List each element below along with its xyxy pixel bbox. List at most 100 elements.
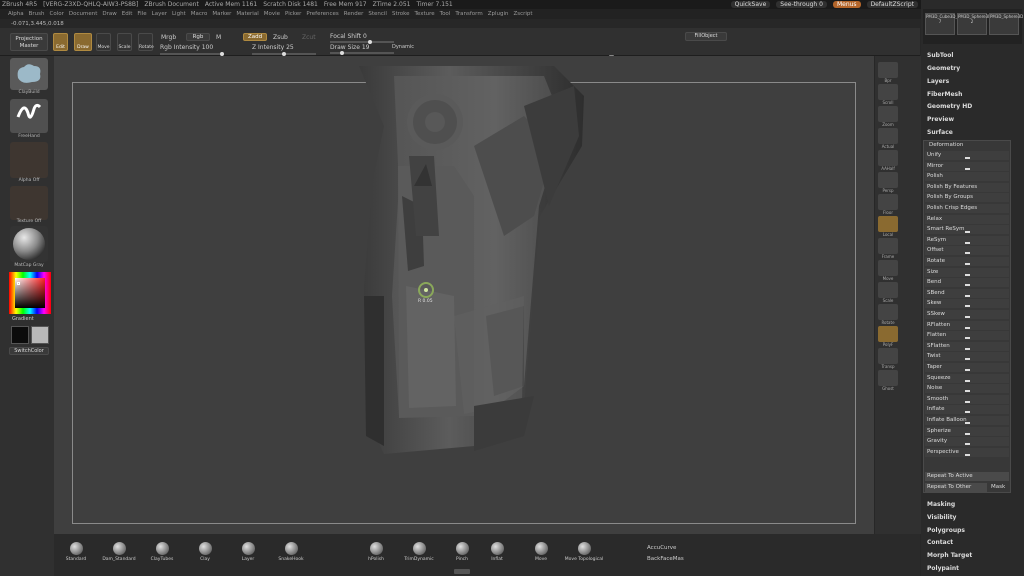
zcut-toggle[interactable]: Zcut (302, 34, 316, 41)
deform-slider-knob[interactable] (965, 390, 970, 393)
deform-spherize[interactable]: Spherize (925, 426, 1009, 436)
rgb-toggle[interactable]: Rgb (186, 33, 210, 41)
menu-masking[interactable]: Masking (927, 501, 955, 508)
shelf-floor-button[interactable] (878, 194, 898, 210)
zsub-toggle[interactable]: Zsub (273, 34, 288, 41)
deform-slider-knob[interactable] (965, 358, 970, 361)
zadd-toggle[interactable]: Zadd (243, 33, 267, 41)
brush-inflat[interactable]: Inflat (487, 542, 507, 562)
z-intensity-label[interactable]: Z Intensity 25 (252, 44, 294, 51)
current-brush-button[interactable] (10, 58, 48, 90)
brush-snakehook[interactable]: SnakeHook (278, 542, 304, 562)
deform-slider-knob[interactable] (965, 369, 970, 371)
menu-zplugin[interactable]: Zplugin (488, 11, 509, 17)
m-toggle[interactable]: M (216, 34, 221, 41)
deform-slider-knob[interactable] (965, 326, 970, 329)
brush-claytubes[interactable]: ClayTubes (151, 542, 173, 562)
focal-shift-label[interactable]: Focal Shift 0 (330, 33, 367, 40)
deform-flatten[interactable]: Flatten (925, 331, 1009, 341)
menu-picker[interactable]: Picker (285, 11, 301, 17)
deform-sbend[interactable]: SBend (925, 288, 1009, 298)
deform-polish-crisp-edges[interactable]: Polish Crisp Edges (925, 204, 1009, 213)
draw-size-slider[interactable] (330, 51, 394, 55)
tool-thumb-3[interactable]: PM3D_Sphere3D (989, 13, 1023, 35)
bottom-collapse-handle[interactable] (454, 569, 470, 574)
gradient-label[interactable]: Gradient (12, 316, 34, 322)
alpha-button[interactable] (10, 142, 48, 178)
deformation-title[interactable]: Deformation (929, 142, 963, 148)
color-picker[interactable] (9, 272, 51, 314)
material-button[interactable] (10, 226, 48, 262)
z-intensity-slider[interactable] (252, 52, 316, 56)
menu-transform[interactable]: Transform (455, 11, 482, 17)
backfacemask-toggle[interactable]: BackFaceMas (647, 556, 684, 562)
shelf-scale-button[interactable] (878, 282, 898, 298)
deform-slider-knob[interactable] (965, 411, 970, 414)
secondary-color-swatch[interactable] (31, 326, 49, 344)
brush-pinch[interactable]: Pinch (452, 542, 472, 562)
menu-movie[interactable]: Movie (264, 11, 280, 17)
deform-size[interactable]: Size (925, 267, 1009, 277)
menu-polypaint[interactable]: Polypaint (927, 565, 959, 572)
deform-slider-knob[interactable] (965, 273, 970, 276)
deform-slider-knob[interactable] (965, 422, 970, 424)
menu-subtool[interactable]: SubTool (927, 52, 953, 59)
switchcolor-button[interactable]: SwitchColor (9, 347, 49, 355)
shelf-rotate-button[interactable] (878, 304, 898, 320)
deform-inflate[interactable]: Inflate (925, 405, 1009, 415)
default-zscript-button[interactable]: DefaultZScript (866, 1, 918, 8)
rotate-mode-button[interactable]: Rotate (138, 33, 154, 51)
brush-dam-standard[interactable]: Dam_Standard (102, 542, 136, 562)
accucurve-toggle[interactable]: AccuCurve (647, 545, 676, 551)
menu-layer[interactable]: Layer (152, 11, 167, 17)
stroke-type-button[interactable] (10, 99, 48, 133)
fillobject-button[interactable]: FillObject (685, 32, 727, 41)
menu-preview[interactable]: Preview (927, 116, 954, 123)
see-through-slider[interactable]: See-through 0 (776, 1, 827, 8)
shelf-actual-button[interactable] (878, 128, 898, 144)
menu-visibility[interactable]: Visibility (927, 514, 956, 521)
document-canvas[interactable]: R 0.05 (54, 56, 874, 534)
deform-skew[interactable]: Skew (925, 299, 1009, 309)
deform-slider-knob[interactable] (965, 157, 970, 159)
deform-slider-knob[interactable] (965, 432, 970, 435)
shelf-zoom-button[interactable] (878, 106, 898, 122)
draw-mode-button[interactable]: Draw (74, 33, 92, 51)
deform-slider-knob[interactable] (965, 231, 970, 234)
shelf-aahalf-button[interactable] (878, 150, 898, 166)
projection-master-button[interactable]: Projection Master (10, 33, 48, 51)
shelf-scroll-button[interactable] (878, 84, 898, 100)
shelf-persp-button[interactable] (878, 172, 898, 188)
menu-geometry[interactable]: Geometry (927, 65, 960, 72)
menu-tool[interactable]: Tool (440, 11, 451, 17)
mrgb-toggle[interactable]: Mrgb (161, 34, 176, 41)
deform-slider-knob[interactable] (965, 453, 970, 456)
menu-edit[interactable]: Edit (122, 11, 133, 17)
menu-light[interactable]: Light (172, 11, 186, 17)
menu-stencil[interactable]: Stencil (368, 11, 387, 17)
menu-texture[interactable]: Texture (415, 11, 435, 17)
deform-perspective[interactable]: Perspective (925, 447, 1009, 457)
deform-gravity[interactable]: Gravity (925, 437, 1009, 447)
texture-button[interactable] (10, 186, 48, 220)
menu-polygroups[interactable]: Polygroups (927, 527, 965, 534)
deform-rflatten[interactable]: RFlatten (925, 320, 1009, 330)
deform-polish-by-groups[interactable]: Polish By Groups (925, 193, 1009, 203)
brush-hpolish[interactable]: hPolish (366, 542, 386, 562)
shelf-bpr-button[interactable] (878, 62, 898, 78)
primary-color-swatch[interactable] (11, 326, 29, 344)
menu-material[interactable]: Material (236, 11, 258, 17)
deform-slider-knob[interactable] (965, 347, 970, 350)
menu-render[interactable]: Render (344, 11, 364, 17)
deform-slider-knob[interactable] (965, 379, 970, 382)
menu-layers[interactable]: Layers (927, 78, 949, 85)
deform-twist[interactable]: Twist (925, 352, 1009, 362)
shelf-local-button[interactable] (878, 216, 898, 232)
deform-slider-knob[interactable] (965, 294, 970, 297)
brush-trimdynamic[interactable]: TrimDynamic (404, 542, 434, 562)
deform-polish[interactable]: Polish (925, 172, 1009, 182)
quicksave-button[interactable]: QuickSave (730, 1, 771, 8)
menu-fibermesh[interactable]: FiberMesh (927, 91, 962, 98)
shelf-frame-button[interactable] (878, 238, 898, 254)
menu-draw[interactable]: Draw (102, 11, 116, 17)
